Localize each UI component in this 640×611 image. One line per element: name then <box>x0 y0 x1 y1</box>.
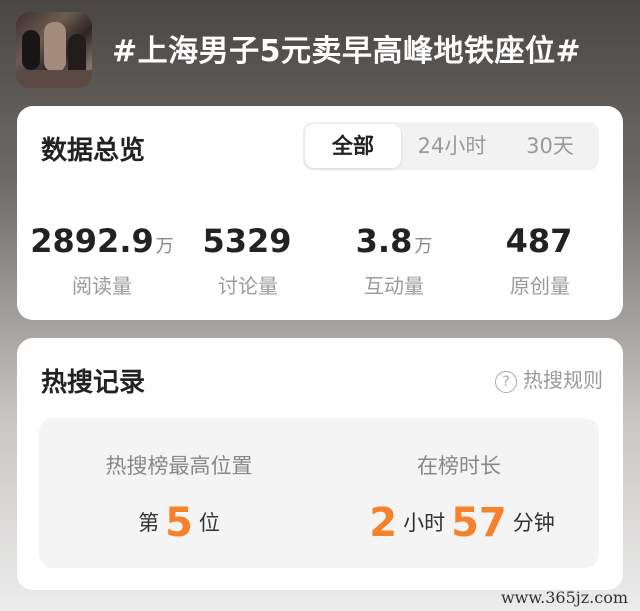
time-range-tabs: 全部 24小时 30天 <box>303 122 599 170</box>
stat-reads-value: 2892.9 <box>30 222 154 260</box>
stat-original-label: 原创量 <box>510 274 570 298</box>
position-suffix: 位 <box>198 511 220 535</box>
hot-search-title: 热搜记录 <box>41 368 146 398</box>
highest-position-label: 热搜榜最高位置 <box>105 454 253 478</box>
highest-position-block: 热搜榜最高位置 第5位 <box>39 418 319 568</box>
stat-interactions-unit: 万 <box>414 236 433 257</box>
stat-discussions-value: 5329 <box>202 222 292 260</box>
stat-reads: 2892.9 万 阅读量 <box>27 222 177 299</box>
stat-reads-label: 阅读量 <box>72 274 132 298</box>
tab-30d[interactable]: 30天 <box>503 122 597 170</box>
hot-search-rules-link[interactable]: ? 热搜规则 <box>495 364 603 393</box>
rules-label: 热搜规则 <box>523 368 603 392</box>
duration-hours-unit: 小时 <box>403 511 446 535</box>
duration-minutes: 57 <box>451 500 507 546</box>
highest-position-value-row: 第5位 <box>39 500 319 546</box>
hot-search-card: 热搜记录 ? 热搜规则 热搜榜最高位置 第5位 在榜时长 2 小时 57 分钟 <box>17 338 623 590</box>
stat-interactions-label: 互动量 <box>364 274 424 298</box>
stat-interactions-value: 3.8 <box>355 222 413 260</box>
stat-original: 487 原创量 <box>465 222 615 299</box>
stat-interactions: 3.8 万 互动量 <box>319 222 469 299</box>
data-overview-card: 数据总览 全部 24小时 30天 2892.9 万 阅读量 5329 讨论量 3.… <box>17 106 623 320</box>
stat-reads-unit: 万 <box>155 236 174 257</box>
hot-search-stats-panel: 热搜榜最高位置 第5位 在榜时长 2 小时 57 分钟 <box>39 418 599 568</box>
stat-discussions: 5329 讨论量 <box>173 222 323 299</box>
duration-hours: 2 <box>369 500 398 546</box>
tab-all[interactable]: 全部 <box>305 124 401 168</box>
topic-header: #上海男子5元卖早高峰地铁座位# <box>16 12 624 88</box>
duration-label: 在榜时长 <box>417 454 501 478</box>
duration-minutes-unit: 分钟 <box>512 511 555 535</box>
question-circle-icon: ? <box>495 370 517 393</box>
stat-original-value: 487 <box>505 222 573 260</box>
duration-block: 在榜时长 2 小时 57 分钟 <box>319 418 599 568</box>
duration-value-row: 2 小时 57 分钟 <box>319 500 599 546</box>
position-number: 5 <box>165 500 193 546</box>
position-prefix: 第 <box>138 511 160 535</box>
topic-title: #上海男子5元卖早高峰地铁座位# <box>112 34 582 69</box>
tab-24h[interactable]: 24小时 <box>403 122 501 170</box>
topic-thumbnail[interactable] <box>16 12 92 88</box>
watermark: www.365jz.com <box>500 588 628 607</box>
stat-discussions-label: 讨论量 <box>218 274 278 298</box>
overview-title: 数据总览 <box>41 136 146 166</box>
